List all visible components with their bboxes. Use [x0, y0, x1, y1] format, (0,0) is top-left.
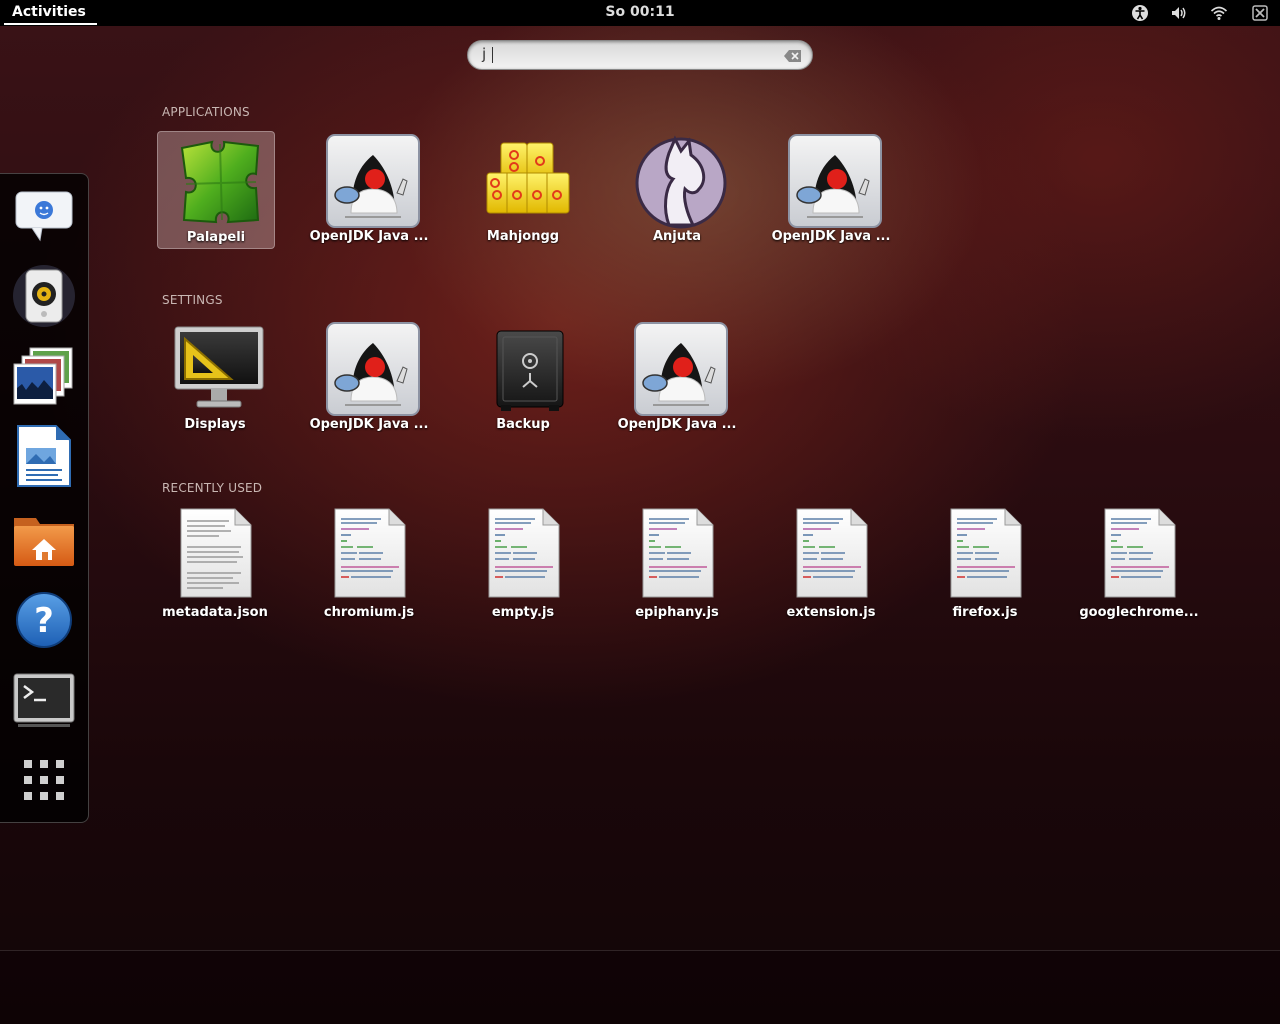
script-file-icon: [949, 507, 1023, 599]
show-applications-button[interactable]: [12, 750, 76, 814]
dash: ?: [0, 173, 89, 823]
java-duke-icon: [633, 321, 729, 417]
dash-item-help[interactable]: ?: [12, 588, 76, 652]
svg-text:?: ?: [34, 601, 54, 641]
safe-icon: [479, 321, 575, 417]
settings-label: OpenJDK Java ...: [617, 417, 737, 432]
settings-result-openjdk-1[interactable]: OpenJDK Java ...: [310, 319, 428, 435]
app-result-openjdk-2[interactable]: OpenJDK Java ...: [772, 131, 890, 247]
search-entry[interactable]: j: [467, 40, 813, 70]
dash-item-empathy[interactable]: [12, 182, 76, 246]
dash-item-terminal[interactable]: [12, 668, 76, 732]
chat-bubble-icon: [12, 182, 76, 246]
file-label: chromium.js: [323, 605, 415, 620]
message-tray: [0, 951, 1280, 1024]
wifi-icon[interactable]: [1210, 4, 1228, 22]
terminal-icon: [12, 668, 76, 732]
app-label: OpenJDK Java ...: [309, 229, 429, 244]
recent-file-googlechrome[interactable]: googlechrome...: [1079, 507, 1199, 623]
app-label: Palapeli: [186, 230, 246, 245]
settings-result-displays[interactable]: Displays: [157, 319, 273, 435]
settings-label: OpenJDK Java ...: [309, 417, 429, 432]
file-label: extension.js: [786, 605, 876, 620]
recent-file-firefox-js[interactable]: firefox.js: [927, 507, 1043, 623]
app-grid-icon: [12, 750, 76, 814]
top-bar: Activities So 00:11: [0, 0, 1280, 26]
script-file-icon: [795, 507, 869, 599]
script-file-icon: [1103, 507, 1177, 599]
section-label-settings: SETTINGS: [162, 293, 223, 307]
speaker-icon: [12, 264, 76, 328]
text-file-icon: [179, 507, 253, 599]
java-duke-icon: [787, 133, 883, 229]
activities-underline: [4, 23, 97, 25]
display-monitor-icon: [171, 321, 267, 417]
section-label-recent: RECENTLY USED: [162, 481, 263, 495]
search-caret: [492, 47, 493, 63]
app-label: Mahjongg: [486, 229, 560, 244]
script-file-icon: [487, 507, 561, 599]
dash-item-rhythmbox[interactable]: [12, 264, 76, 328]
script-file-icon: [641, 507, 715, 599]
horse-icon: [633, 133, 729, 229]
section-label-applications: APPLICATIONS: [162, 105, 250, 119]
recent-file-epiphany-js[interactable]: epiphany.js: [619, 507, 735, 623]
search-input[interactable]: j: [482, 45, 486, 63]
volume-icon[interactable]: [1170, 4, 1188, 22]
document-writer-icon: [12, 424, 76, 488]
file-label: empty.js: [491, 605, 555, 620]
dash-item-shotwell[interactable]: [12, 344, 76, 408]
app-result-palapeli[interactable]: Palapeli: [157, 131, 275, 249]
java-duke-icon: [325, 133, 421, 229]
dash-item-libreoffice-writer[interactable]: [12, 424, 76, 488]
clock[interactable]: So 00:11: [560, 0, 720, 25]
dash-item-files[interactable]: [12, 506, 76, 570]
home-folder-icon: [12, 506, 76, 570]
settings-label: Backup: [496, 417, 550, 432]
help-icon: ?: [12, 588, 76, 652]
settings-result-openjdk-2[interactable]: OpenJDK Java ...: [618, 319, 736, 435]
settings-result-backup[interactable]: Backup: [465, 319, 581, 435]
photos-icon: [12, 344, 76, 408]
accessibility-icon[interactable]: [1131, 4, 1149, 22]
app-result-anjuta[interactable]: Anjuta: [619, 131, 735, 247]
recent-file-extension-js[interactable]: extension.js: [773, 507, 889, 623]
file-label: firefox.js: [952, 605, 1018, 620]
file-label: googlechrome...: [1079, 605, 1199, 620]
puzzle-icon: [172, 134, 268, 230]
recent-file-metadata-json[interactable]: metadata.json: [157, 507, 273, 623]
app-result-openjdk-1[interactable]: OpenJDK Java ...: [310, 131, 428, 247]
mahjongg-tiles-icon: [479, 133, 575, 229]
file-label: epiphany.js: [635, 605, 719, 620]
script-file-icon: [333, 507, 407, 599]
clear-icon[interactable]: [784, 48, 802, 62]
user-offline-icon[interactable]: [1251, 4, 1269, 22]
file-label: metadata.json: [162, 605, 268, 620]
recent-file-chromium-js[interactable]: chromium.js: [311, 507, 427, 623]
java-duke-icon: [325, 321, 421, 417]
app-label: OpenJDK Java ...: [771, 229, 891, 244]
settings-label: Displays: [184, 417, 246, 432]
app-label: Anjuta: [652, 229, 701, 244]
app-result-mahjongg[interactable]: Mahjongg: [465, 131, 581, 247]
recent-file-empty-js[interactable]: empty.js: [465, 507, 581, 623]
